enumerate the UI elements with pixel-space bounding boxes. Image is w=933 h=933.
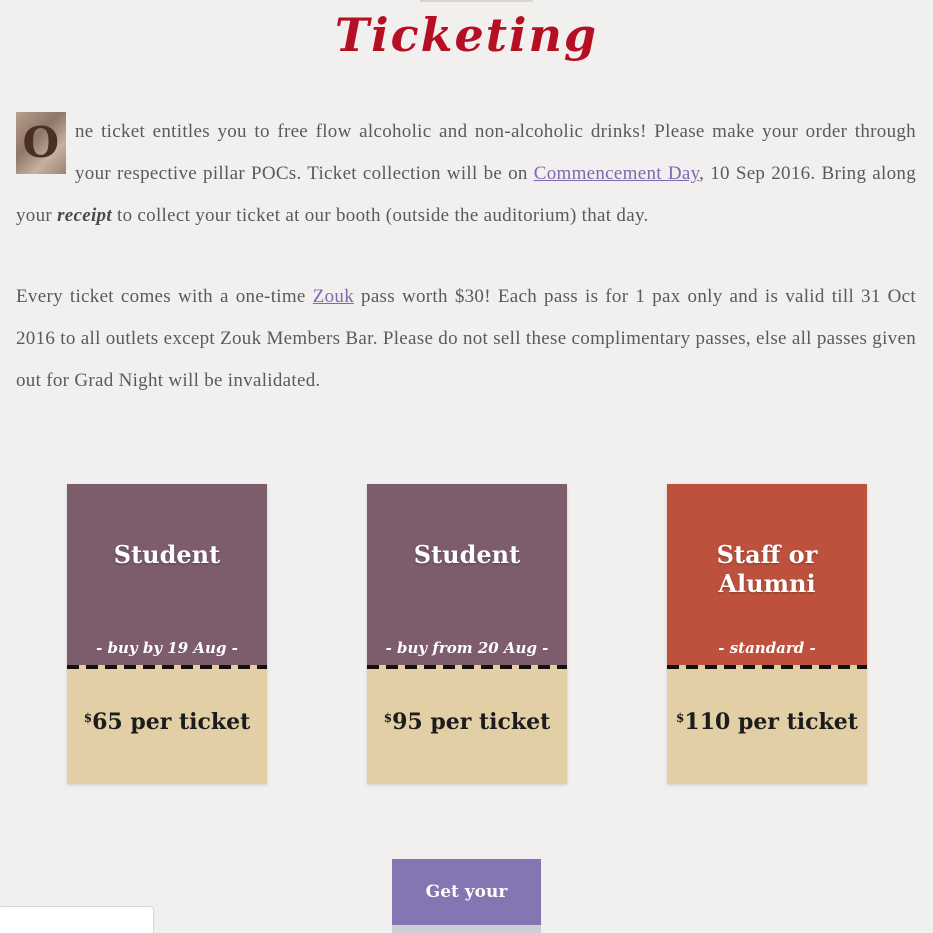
ticket-name: Staff or Alumni [716,540,818,598]
dropcap-letter: O [22,118,60,167]
ticket-stub: $65 per ticket [67,669,267,784]
intro-paragraph: O ne ticket entitles you to free flow al… [16,111,916,237]
ticket-name: Student [413,540,521,569]
ticket-card-student-early[interactable]: Student - buy by 19 Aug - $65 per ticket [67,484,267,784]
commencement-day-link[interactable]: Commencement Day [534,163,699,184]
button-shadow [392,925,541,933]
ticket-price: $110 per ticket [667,709,867,735]
get-tickets-button[interactable]: Get your tickets [392,859,541,925]
zouk-link[interactable]: Zouk [313,286,354,307]
ticket-subtitle: - buy by 19 Aug - [96,639,238,657]
receipt-emphasis: receipt [57,205,112,226]
ticket-stub: $95 per ticket [367,669,567,784]
page-title: Ticketing [334,8,599,62]
ticket-header: Student - buy by 19 Aug - [67,484,267,665]
price-text: 65 per ticket [92,709,251,735]
ticket-price: $65 per ticket [67,709,267,735]
currency-symbol: $ [83,711,93,725]
ticket-stub: $110 per ticket [667,669,867,784]
currency-symbol: $ [676,711,685,725]
ticket-header: Student - buy from 20 Aug - [367,484,567,665]
price-text: 110 per ticket [684,709,858,735]
intro-text-3: to collect your ticket at our booth (out… [111,205,649,226]
zouk-text-1: Every ticket comes with a one-time [16,286,313,307]
floating-widget[interactable] [0,906,154,933]
price-text: 95 per ticket [392,709,551,735]
top-divider [420,0,533,2]
ticket-card-student-late[interactable]: Student - buy from 20 Aug - $95 per tick… [367,484,567,784]
ticket-subtitle: - standard - [718,639,816,657]
ticket-subtitle: - buy from 20 Aug - [385,639,549,657]
ticket-name: Student [113,540,221,569]
ticket-price: $95 per ticket [367,709,567,735]
ticket-card-staff-alumni[interactable]: Staff or Alumni - standard - $110 per ti… [667,484,867,784]
ticket-header: Staff or Alumni - standard - [667,484,867,665]
zouk-paragraph: Every ticket comes with a one-time Zouk … [16,276,916,402]
currency-symbol: $ [383,711,393,725]
dropcap-image: O [16,112,66,174]
